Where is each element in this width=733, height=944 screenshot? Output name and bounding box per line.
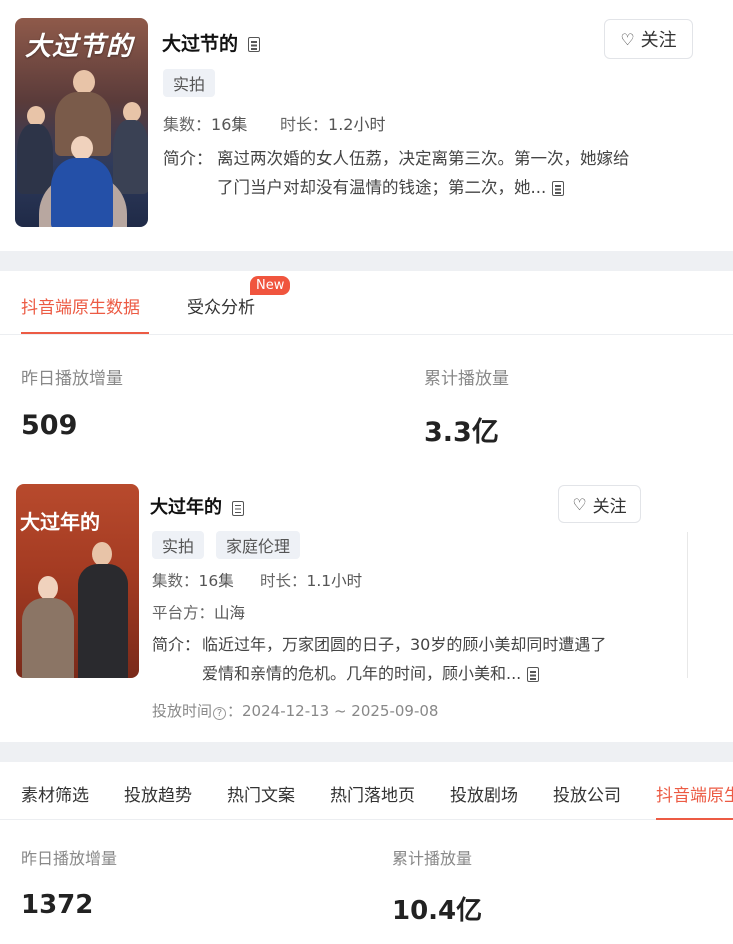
episodes-label: 集数： <box>163 115 212 134</box>
episodes-value: 16集 <box>211 115 248 134</box>
vertical-divider <box>687 532 688 678</box>
tab-hot-landing-page[interactable]: 热门落地页 <box>330 781 415 806</box>
total-plays-value: 3.3亿 <box>424 417 499 448</box>
drama-poster-image[interactable]: 大过节的 <box>15 18 148 227</box>
platform-label: 平台方： <box>152 604 215 622</box>
airtime-info: 投放时间? ：2024-12-13 ~ 2025-09-08 <box>152 700 438 721</box>
drama-title-text: 大过节的 <box>162 33 239 55</box>
help-icon[interactable]: ? <box>213 707 227 720</box>
tab-material-filter[interactable]: 素材筛选 <box>21 781 89 806</box>
synopsis-text-2: 临近过年，万家团圆的日子，30岁的顾小美却同时遭遇了 爱情和亲情的危机。几年的时… <box>202 630 682 688</box>
follow-button-2[interactable]: ♡ 关注 <box>558 485 641 523</box>
follow-label: 关注 <box>640 30 677 51</box>
heart-icon: ♡ <box>620 29 635 49</box>
synopsis-line-2: 了门当户对却没有温情的钱途；第二次，她... <box>217 178 547 197</box>
drama-title-text-2: 大过年的 <box>150 497 222 518</box>
copy-doc-icon[interactable] <box>552 181 565 196</box>
duration-label-2: 时长： <box>260 572 307 590</box>
yesterday-plays-value-2: 1372 <box>21 890 94 920</box>
synopsis-line-1: 离过两次婚的女人伍荔，决定离第三次。第一次，她嫁给 <box>217 149 630 168</box>
duration-info: 时长：1.2小时 <box>280 111 385 135</box>
episodes-value-2: 16集 <box>198 572 234 590</box>
drama-card-1: 大过节的 大过节的 ♡ 关注 实拍 集数：16集 时长：1.2小时 简介： 离过… <box>0 0 733 251</box>
tag-family-ethics: 家庭伦理 <box>216 531 301 559</box>
episodes-info-2: 集数：16集 <box>152 569 234 591</box>
duration-value: 1.2小时 <box>328 115 386 134</box>
copy-doc-icon[interactable] <box>527 667 540 682</box>
tag-live-action: 实拍 <box>163 69 216 97</box>
synopsis-label-2: 简介： <box>152 635 201 654</box>
follow-label-2: 关注 <box>592 496 627 517</box>
tab-hot-copy[interactable]: 热门文案 <box>227 781 295 806</box>
platform-info: 平台方：山海 <box>152 601 245 623</box>
drama-title-2[interactable]: 大过年的 <box>150 493 244 519</box>
tab-ad-theater[interactable]: 投放剧场 <box>450 781 518 806</box>
total-plays-label: 累计播放量 <box>424 369 509 389</box>
yesterday-plays-label: 昨日播放增量 <box>21 369 123 389</box>
tab-ad-trend[interactable]: 投放趋势 <box>124 781 192 806</box>
copy-doc-icon[interactable] <box>248 37 261 52</box>
drama-title[interactable]: 大过节的 <box>162 29 261 56</box>
section-divider <box>0 251 733 271</box>
tab-audience-analysis[interactable]: 受众分析 <box>187 293 255 318</box>
follow-button[interactable]: ♡ 关注 <box>604 19 693 59</box>
tag-live-action-2: 实拍 <box>152 531 205 559</box>
platform-value[interactable]: 山海 <box>214 604 245 622</box>
synopsis-label: 简介： <box>163 149 213 168</box>
tab-douyin-native-data[interactable]: 抖音端原生数据 <box>21 293 140 318</box>
active-tab-underline <box>21 332 149 334</box>
total-plays-value-2: 10.4亿 <box>392 896 483 926</box>
section-divider-2 <box>0 742 733 762</box>
data-tabs-2: 素材筛选 投放趋势 热门文案 热门落地页 投放剧场 投放公司 抖音端原生 <box>0 762 733 820</box>
episodes-label-2: 集数： <box>152 572 199 590</box>
heart-icon: ♡ <box>572 494 587 514</box>
tab-ad-company[interactable]: 投放公司 <box>553 781 621 806</box>
synopsis-text: 离过两次婚的女人伍荔，决定离第三次。第一次，她嫁给 了门当户对却没有温情的钱途；… <box>217 144 697 202</box>
poster-title-text-2: 大过年的 <box>20 510 100 534</box>
copy-doc-icon[interactable] <box>232 500 244 516</box>
airtime-label: 投放时间 <box>152 702 213 720</box>
yesterday-plays-label-2: 昨日播放增量 <box>21 849 118 868</box>
episodes-info: 集数：16集 <box>163 111 247 135</box>
new-badge: New <box>250 276 291 295</box>
tab-douyin-native[interactable]: 抖音端原生 <box>656 781 733 806</box>
active-tab-underline-2 <box>656 818 733 820</box>
yesterday-plays-value: 509 <box>21 410 78 441</box>
synopsis-line-1: 临近过年，万家团圆的日子，30岁的顾小美却同时遭遇了 <box>202 635 607 654</box>
airtime-value: ：2024-12-13 ~ 2025-09-08 <box>227 702 439 720</box>
total-plays-label-2: 累计播放量 <box>392 849 473 868</box>
drama-poster-image-2[interactable]: 大过年的 <box>16 484 139 678</box>
poster-title-text: 大过节的 <box>25 32 134 62</box>
duration-value-2: 1.1小时 <box>306 572 363 590</box>
data-tabs-1: 抖音端原生数据 受众分析 <box>0 271 733 335</box>
duration-label: 时长： <box>280 115 329 134</box>
duration-info-2: 时长：1.1小时 <box>260 569 362 591</box>
synopsis-line-2: 爱情和亲情的危机。几年的时间，顾小美和... <box>202 664 522 683</box>
